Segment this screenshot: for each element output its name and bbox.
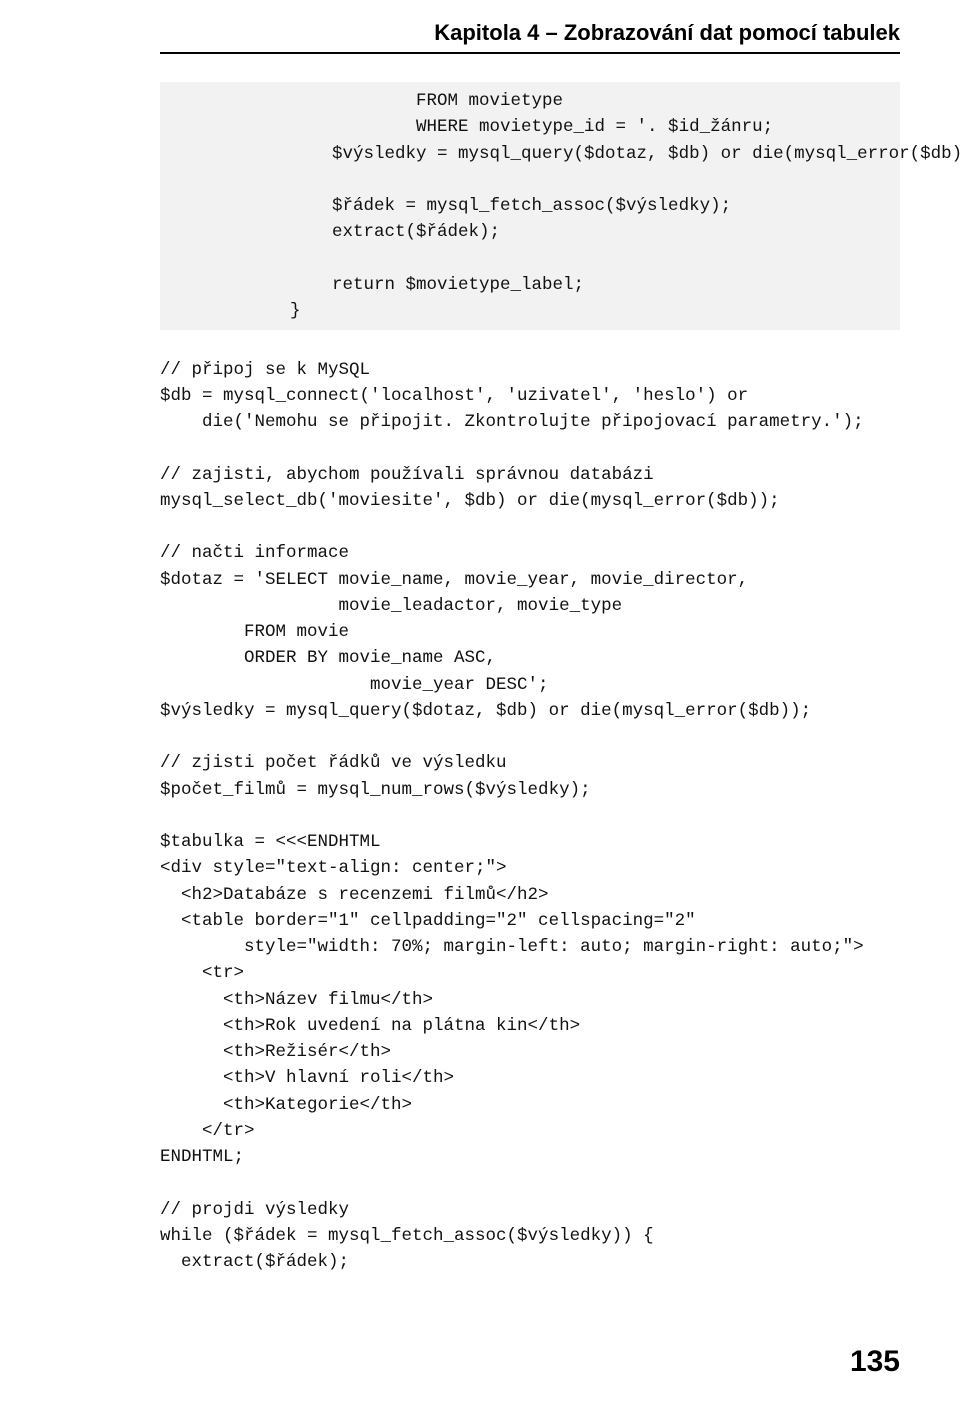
code-block-rest: // připoj se k MySQL $db = mysql_connect… — [160, 330, 900, 1275]
page-container: Kapitola 4 – Zobrazování dat pomocí tabu… — [0, 0, 960, 1315]
chapter-header: Kapitola 4 – Zobrazování dat pomocí tabu… — [160, 20, 900, 54]
code-block-top: FROM movietype WHERE movietype_id = '. $… — [160, 82, 900, 330]
page-number: 135 — [850, 1345, 900, 1379]
